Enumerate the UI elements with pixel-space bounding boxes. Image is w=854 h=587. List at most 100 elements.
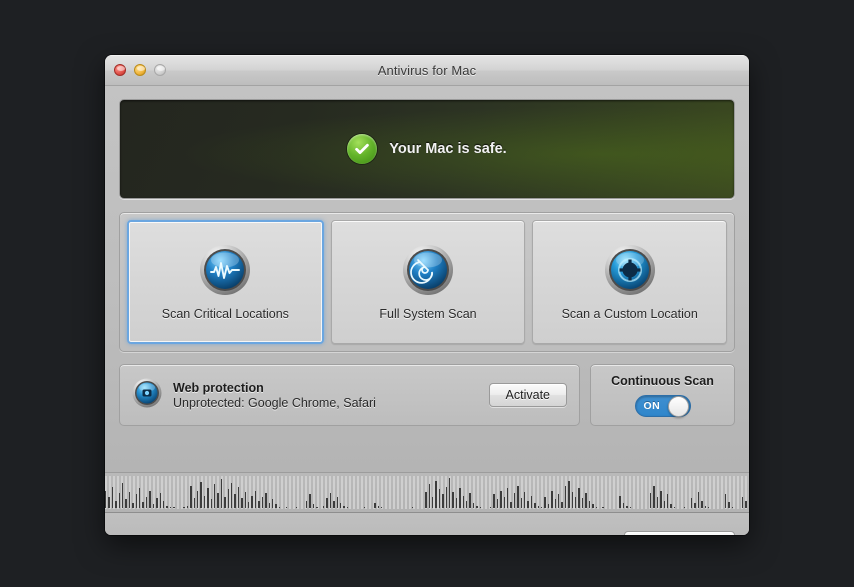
activity-bar [193,498,195,508]
activity-bar [210,499,212,508]
activity-bar [517,485,519,508]
activity-bar [660,490,662,508]
activity-strip-bars [105,478,749,508]
activity-bar [231,483,233,508]
scan-critical-locations-card[interactable]: Scan Critical Locations [127,220,324,344]
activity-bar [196,490,199,508]
activity-bar [588,500,591,508]
activity-bar [479,506,482,508]
activity-bar [156,498,158,508]
activity-bar [452,491,454,508]
activity-bar [329,493,332,508]
desktop-background: Antivirus for Mac Your Mac is safe. Scan… [0,0,854,587]
activity-bar [741,496,744,508]
mybitdefender-button[interactable]: MyBitdefender [624,530,735,535]
activity-bar [622,503,625,508]
activity-bar [169,506,172,508]
radar-orb-icon [402,244,454,296]
window-title: Antivirus for Mac [377,63,477,78]
activity-bar [234,494,236,508]
activity-bar [118,493,121,508]
activity-bar [411,506,413,508]
check-circle-icon [347,134,378,164]
continuous-scan-panel: Continuous Scan ON [590,364,735,426]
activity-bar [602,506,604,508]
window-controls [114,64,166,76]
toggle-knob[interactable] [667,395,689,417]
activity-bar [132,503,134,508]
activity-bar [496,499,499,508]
activity-bar [265,493,267,508]
activity-bar [145,496,148,508]
activity-bar [500,490,502,508]
activity-bar [724,494,727,508]
activity-bar [251,495,253,508]
activity-bar [527,500,529,508]
activity-bar [697,491,700,508]
zoom-button-icon[interactable] [154,64,166,76]
activity-bar [186,505,189,508]
activity-bar [541,506,543,508]
activity-bar [619,495,621,508]
activity-bar [190,485,192,508]
activity-bar [142,501,144,508]
activity-bar [595,506,597,508]
activity-bar [629,506,631,508]
activity-bar [125,499,127,508]
activity-bar [333,500,335,508]
activity-bar [684,506,686,508]
web-protection-title: Web protection [173,380,264,395]
minimize-button-icon[interactable] [134,64,146,76]
activity-bar [731,506,734,508]
activity-bar [466,500,468,508]
activity-bar [670,504,672,508]
close-button-icon[interactable] [114,64,126,76]
window-titlebar[interactable]: Antivirus for Mac [105,55,749,86]
activity-bar [442,494,444,508]
activity-bar [650,493,652,508]
activity-bar [571,491,574,508]
activity-bar [217,493,219,508]
scan-custom-location-card[interactable]: Scan a Custom Location [532,220,728,344]
activity-bar [476,505,478,508]
full-system-scan-card[interactable]: Full System Scan [330,220,526,344]
activity-bar [237,486,240,508]
activity-bar [135,494,138,508]
activity-bar [673,506,676,508]
scan-option-label: Full System Scan [379,306,477,321]
activity-bar [183,506,185,508]
activity-bar [139,488,141,508]
activity-bar [248,501,250,508]
activate-button[interactable]: Activate [488,383,567,407]
activity-bar [449,478,451,508]
activity-bar [592,504,594,508]
activity-bar [207,488,209,508]
activity-bar [547,504,550,508]
scan-option-label: Scan Critical Locations [161,306,289,321]
activity-bar [667,494,669,508]
activity-bar [745,500,747,508]
activity-bar [108,496,110,508]
activity-bar [455,498,458,508]
activity-bar [558,494,560,508]
activity-bar [309,494,311,508]
activity-bar [162,500,165,508]
activity-bar [472,503,475,508]
toggle-state-label: ON [643,399,661,412]
waveform-orb-icon [199,244,251,296]
activity-bar [336,496,339,508]
activity-bar [374,503,376,508]
activity-bar [278,506,281,508]
activity-bar [561,501,563,508]
activity-bar [159,493,161,508]
gear-target-orb-icon [604,244,656,296]
scan-option-label: Scan a Custom Location [561,306,698,321]
activity-bar [578,488,580,508]
activity-bar [663,500,666,508]
activity-bar [340,503,342,508]
activity-bar [295,506,298,508]
activity-bar [690,498,693,508]
continuous-scan-toggle[interactable]: ON [634,394,691,417]
activity-bar [581,498,584,508]
status-banner: Your Mac is safe. [119,99,735,199]
